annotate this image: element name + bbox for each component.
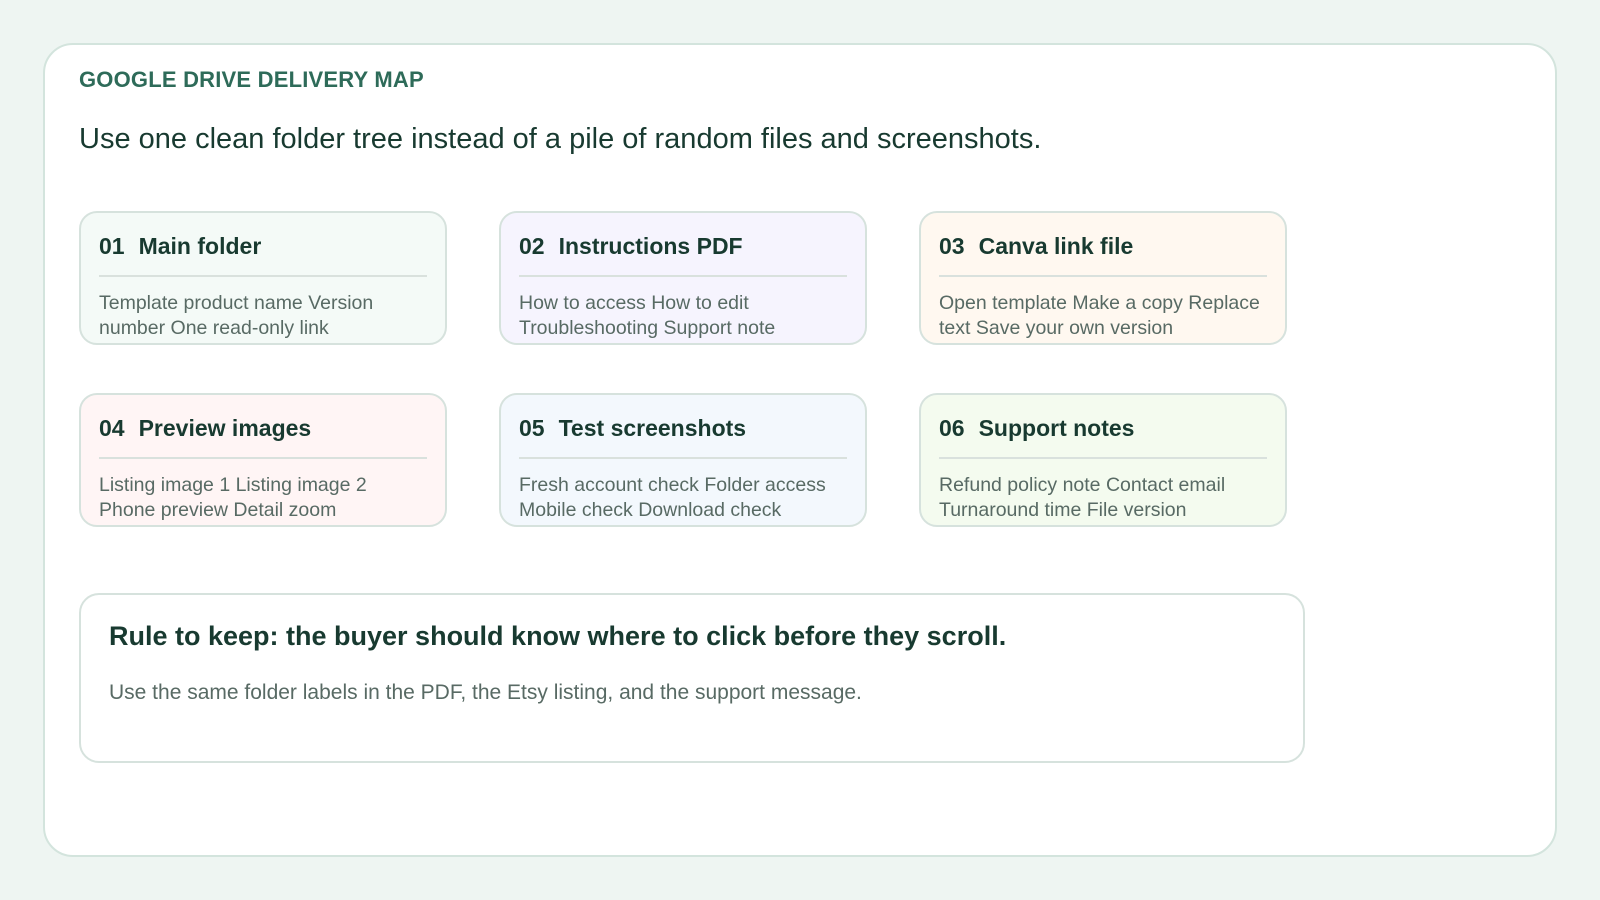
card-divider xyxy=(519,275,847,277)
card-canva-link-file: 03 Canva link file Open template Make a … xyxy=(919,211,1287,345)
card-title: Main folder xyxy=(138,233,262,259)
card-body: Open template Make a copy Replace text S… xyxy=(939,292,1260,339)
page-headline: Use one clean folder tree instead of a p… xyxy=(79,123,1042,155)
card-number: 06 xyxy=(939,415,965,441)
card-divider xyxy=(99,457,427,459)
card-body: How to access How to edit Troubleshootin… xyxy=(519,292,776,339)
card-divider xyxy=(519,457,847,459)
rule-title: Rule to keep: the buyer should know wher… xyxy=(109,621,1007,651)
card-number: 03 xyxy=(939,233,965,259)
rule-callout: Rule to keep: the buyer should know wher… xyxy=(79,593,1305,763)
card-body: Fresh account check Folder access Mobile… xyxy=(519,474,826,521)
card-divider xyxy=(939,457,1267,459)
card-title: Instructions PDF xyxy=(558,233,743,259)
card-number: 05 xyxy=(519,415,545,441)
card-number: 02 xyxy=(519,233,545,259)
card-title: Test screenshots xyxy=(558,415,747,441)
card-number: 01 xyxy=(99,233,125,259)
card-instructions-pdf: 02 Instructions PDF How to access How to… xyxy=(499,211,867,345)
card-test-screenshots: 05 Test screenshots Fresh account check … xyxy=(499,393,867,527)
card-divider xyxy=(939,275,1267,277)
card-support-notes: 06 Support notes Refund policy note Cont… xyxy=(919,393,1287,527)
card-number: 04 xyxy=(99,415,125,441)
card-body: Listing image 1 Listing image 2 Phone pr… xyxy=(99,474,367,521)
card-title: Support notes xyxy=(978,415,1135,441)
rule-body: Use the same folder labels in the PDF, t… xyxy=(109,681,862,704)
card-divider xyxy=(99,275,427,277)
card-body: Template product name Version number One… xyxy=(99,292,374,339)
eyebrow-label: GOOGLE DRIVE DELIVERY MAP xyxy=(79,67,424,92)
card-preview-images: 04 Preview images Listing image 1 Listin… xyxy=(79,393,447,527)
card-body: Refund policy note Contact email Turnaro… xyxy=(939,474,1226,521)
card-title: Preview images xyxy=(138,415,312,441)
card-main-folder: 01 Main folder Template product name Ver… xyxy=(79,211,447,345)
delivery-map-canvas: GOOGLE DRIVE DELIVERY MAP Use one clean … xyxy=(43,43,1557,857)
card-title: Canva link file xyxy=(978,233,1134,259)
